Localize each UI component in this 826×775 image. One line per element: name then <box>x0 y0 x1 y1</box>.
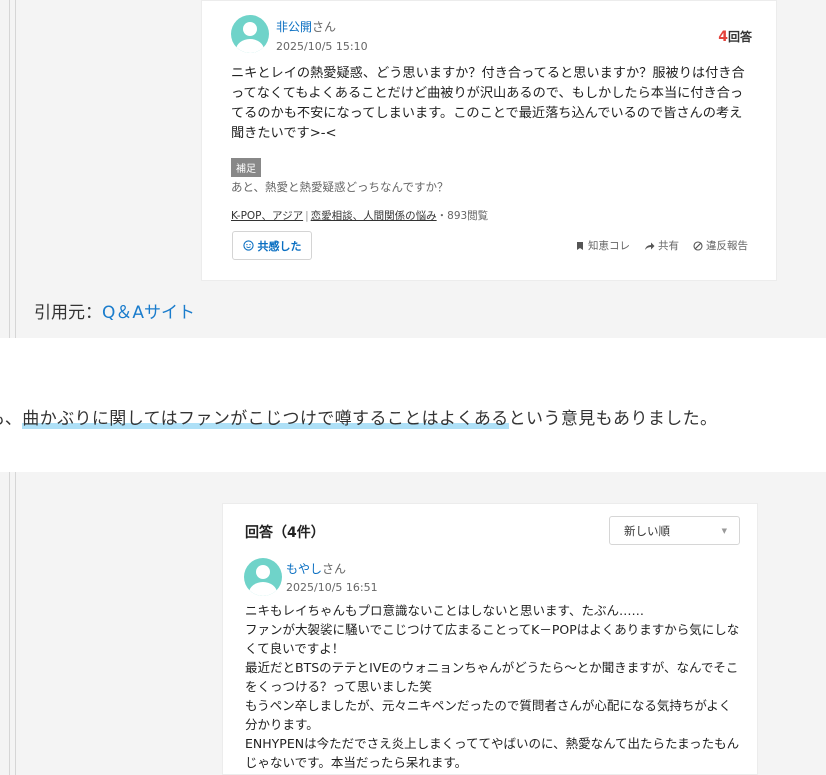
sort-selected-value: 新しい順 <box>624 523 670 538</box>
honorific: さん <box>312 20 337 34</box>
answers-title: 回答（4件） <box>245 525 325 541</box>
quote-source: 引用元：Q＆Aサイト <box>34 298 195 323</box>
empathy-button-label: 共感した <box>257 239 302 253</box>
answer-count: 4回答 <box>718 28 752 45</box>
avatar-icon <box>244 558 282 596</box>
category-line: K-POP、アジア | 恋愛相談、人間関係の悩み・893閲覧 <box>231 208 488 223</box>
source-label: 引用元： <box>34 303 102 323</box>
category-link-love[interactable]: 恋愛相談、人間関係の悩み <box>311 210 437 222</box>
question-body: ニキとレイの熱愛疑惑、どう思いますか？付き合ってると思いますか？服被りは付き合っ… <box>231 66 745 141</box>
question-user-name[interactable]: 非公開 <box>276 20 312 34</box>
question-actions: 知恵コレ 共有 違反報告 <box>575 238 748 253</box>
quote-bar <box>9 472 10 775</box>
bookmark-icon <box>577 241 583 250</box>
caret-down-icon: ▼ <box>721 527 727 535</box>
empathy-button[interactable]: 共感した <box>232 231 312 260</box>
avatar-icon <box>231 15 269 53</box>
article-paragraph: も、曲かぶりに関してはファンがこじつけで噂することはよくあるという意見もありまし… <box>0 404 717 429</box>
answer-date: 2025/10/5 16:51 <box>286 581 378 594</box>
paragraph-prefix: も、 <box>0 409 23 429</box>
supplement-text: あと、熱愛と熱愛疑惑どっちなんですか？ <box>231 180 449 194</box>
share-label: 共有 <box>658 240 679 252</box>
answer-user-name[interactable]: もやし <box>286 562 322 576</box>
report-label: 違反報告 <box>706 240 748 252</box>
answer-count-suffix: 回答 <box>727 30 752 44</box>
chiebukuro-action[interactable]: 知恵コレ <box>575 238 630 253</box>
highlighted-text: 曲かぶりに関してはファンがこじつけで噂することはよくある <box>22 409 509 429</box>
question-card: 非公開さん 2025/10/5 15:10 4回答 ニキとレイの熱愛疑惑、どう思… <box>201 0 777 281</box>
question-date: 2025/10/5 15:10 <box>276 40 368 53</box>
answer-body: ニキもレイちゃんもプロ意識ないことはしないと思います、たぶん…… ファンが大袈裟… <box>245 603 740 770</box>
category-link-kpop[interactable]: K-POP、アジア <box>231 210 303 222</box>
quote-block-question: 非公開さん 2025/10/5 15:10 4回答 ニキとレイの熱愛疑惑、どう思… <box>0 0 826 338</box>
quote-bar <box>9 0 10 338</box>
share-action[interactable]: 共有 <box>644 238 679 253</box>
prohibit-icon <box>693 240 703 251</box>
chiebukuro-label: 知恵コレ <box>588 240 630 252</box>
source-link[interactable]: Q＆Aサイト <box>102 303 195 323</box>
quote-bar <box>15 0 16 338</box>
quote-bar <box>15 472 16 775</box>
answer-count-number: 4 <box>718 29 728 45</box>
report-action[interactable]: 違反報告 <box>693 238 748 253</box>
view-count: ・893閲覧 <box>436 210 489 222</box>
paragraph-suffix: という意見もありました。 <box>508 409 718 429</box>
supplement-badge: 補足 <box>231 158 261 177</box>
honorific: さん <box>322 562 347 576</box>
smile-icon <box>242 240 254 251</box>
sort-select[interactable]: 新しい順 ▼ <box>609 516 740 545</box>
share-arrow-icon <box>645 242 655 250</box>
category-separator: | <box>305 210 309 222</box>
question-user[interactable]: 非公開さん <box>276 18 336 35</box>
answer-user[interactable]: もやしさん <box>286 560 346 577</box>
answers-card: 回答（4件） 新しい順 ▼ もやしさん 2025/10/5 16:51 ニキもレ… <box>222 503 758 775</box>
